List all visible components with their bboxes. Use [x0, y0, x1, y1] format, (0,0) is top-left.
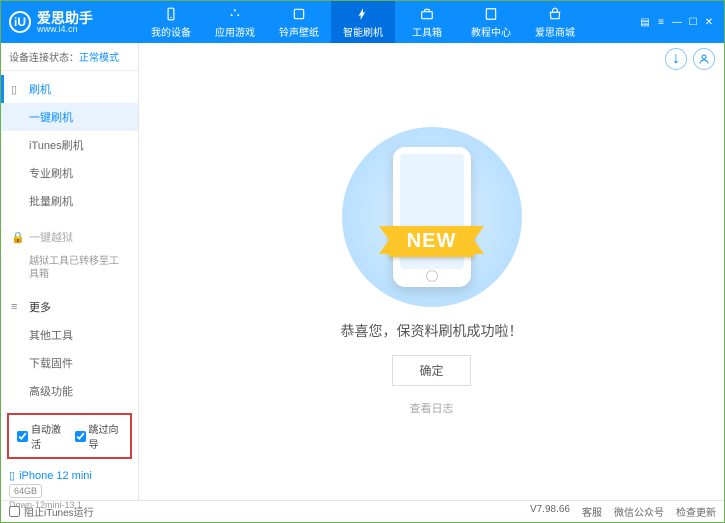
nav-my-device[interactable]: 我的设备	[139, 1, 203, 43]
minimize-icon[interactable]: —	[670, 16, 684, 28]
nav-label: 应用游戏	[215, 24, 255, 39]
view-log-link[interactable]: 查看日志	[410, 400, 454, 416]
chk-label: 阻止iTunes运行	[24, 504, 94, 519]
app-name: 爱思助手	[37, 11, 93, 25]
success-message: 恭喜您，保资料刷机成功啦！	[341, 321, 523, 341]
sidebar-head-more[interactable]: ≡ 更多	[1, 293, 138, 321]
sidebar-item-download[interactable]: 下载固件	[1, 349, 138, 377]
flash-icon	[355, 6, 371, 22]
wallpaper-icon	[291, 6, 307, 22]
chk-label: 跳过向导	[89, 421, 123, 451]
block-itunes-checkbox[interactable]: 阻止iTunes运行	[9, 504, 94, 519]
support-link[interactable]: 客服	[582, 504, 602, 519]
menu-icon: ≡	[11, 301, 23, 313]
sidebar-head-jailbreak: 🔒 一键越狱	[1, 223, 138, 251]
nav-ringtones[interactable]: 铃声壁纸	[267, 1, 331, 43]
update-link[interactable]: 检查更新	[676, 504, 716, 519]
connection-status: 设备连接状态：正常模式	[1, 43, 138, 71]
lock-icon: 🔒	[11, 231, 23, 244]
sidebar-item-batch[interactable]: 批量刷机	[1, 187, 138, 215]
titlebar-right: ▤ ≡ — ☐ ✕	[630, 16, 716, 28]
sidebar: 设备连接状态：正常模式 ▯刷机 一键刷机 iTunes刷机 专业刷机 批量刷机 …	[1, 43, 139, 500]
sidebar-item-other[interactable]: 其他工具	[1, 321, 138, 349]
nav-store[interactable]: 爱思商城	[523, 1, 587, 43]
sidebar-item-advanced[interactable]: 高级功能	[1, 377, 138, 405]
nav-label: 教程中心	[471, 24, 511, 39]
nav-label: 智能刷机	[343, 24, 383, 39]
success-illustration: NEW	[332, 127, 532, 307]
phone-graphic	[393, 147, 471, 287]
nav-apps[interactable]: 应用游戏	[203, 1, 267, 43]
nav-flash[interactable]: 智能刷机	[331, 1, 395, 43]
phone-icon: ▯	[9, 469, 15, 482]
titlebar: iU 爱思助手 www.i4.cn 我的设备 应用游戏 铃声壁纸 智能刷机 工具…	[1, 1, 724, 43]
nav-label: 铃声壁纸	[279, 24, 319, 39]
conn-label: 设备连接状态：	[9, 53, 79, 64]
sidebar-head-flash[interactable]: ▯ 刷机	[1, 75, 138, 103]
conn-value: 正常模式	[79, 53, 119, 64]
auto-activate-checkbox[interactable]: 自动激活	[17, 421, 65, 451]
main-content: NEW 恭喜您，保资料刷机成功啦！ 确定 查看日志	[139, 43, 724, 500]
device-name-text: iPhone 12 mini	[19, 470, 92, 482]
maximize-icon[interactable]: ☐	[686, 16, 700, 28]
chk-label: 自动激活	[31, 421, 65, 451]
menu-icon[interactable]: ▤	[638, 16, 652, 28]
head-label: 刷机	[29, 81, 51, 97]
new-ribbon: NEW	[389, 226, 475, 257]
jailbreak-note: 越狱工具已转移至工具箱	[1, 251, 138, 285]
nav-label: 我的设备	[151, 24, 191, 39]
sidebar-item-pro[interactable]: 专业刷机	[1, 159, 138, 187]
skip-guide-checkbox[interactable]: 跳过向导	[75, 421, 123, 451]
phone-icon: ▯	[11, 83, 23, 96]
settings-icon[interactable]: ≡	[654, 16, 668, 28]
sidebar-item-itunes[interactable]: iTunes刷机	[1, 131, 138, 159]
nav-toolbox[interactable]: 工具箱	[395, 1, 459, 43]
phone-icon	[163, 6, 179, 22]
ok-button[interactable]: 确定	[392, 355, 470, 386]
store-icon	[547, 6, 563, 22]
toolbox-icon	[419, 6, 435, 22]
close-icon[interactable]: ✕	[702, 16, 716, 28]
version-text: V7.98.66	[530, 504, 570, 519]
book-icon	[483, 6, 499, 22]
nav-tutorials[interactable]: 教程中心	[459, 1, 523, 43]
storage-badge: 64GB	[9, 484, 42, 498]
head-label: 更多	[29, 299, 51, 315]
nav-label: 爱思商城	[535, 24, 575, 39]
sidebar-item-oneclick[interactable]: 一键刷机	[1, 103, 138, 131]
wechat-link[interactable]: 微信公众号	[614, 504, 664, 519]
options-box: 自动激活 跳过向导	[7, 413, 132, 459]
nav-label: 工具箱	[412, 24, 442, 39]
app-url: www.i4.cn	[37, 25, 93, 34]
main-nav: 我的设备 应用游戏 铃声壁纸 智能刷机 工具箱 教程中心 爱思商城	[139, 1, 630, 43]
app-logo: iU 爱思助手 www.i4.cn	[9, 11, 139, 34]
logo-icon: iU	[9, 11, 31, 33]
head-label: 一键越狱	[29, 229, 73, 245]
apps-icon	[227, 6, 243, 22]
